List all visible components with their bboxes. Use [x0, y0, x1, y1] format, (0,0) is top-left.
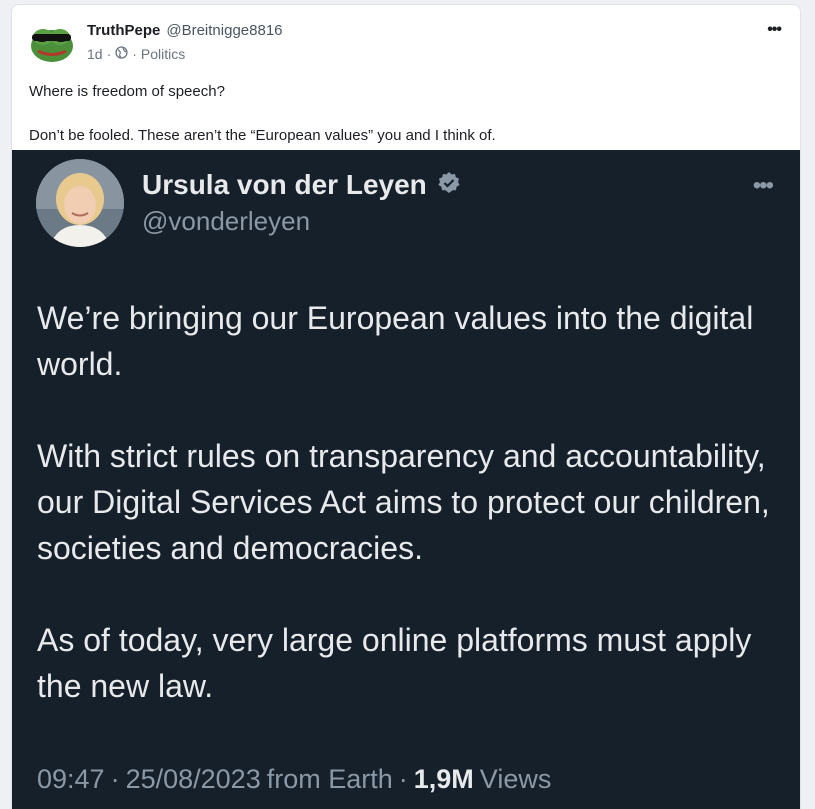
- footer-separator: ·: [398, 764, 408, 794]
- post-text-line: Where is freedom of speech?: [29, 83, 225, 100]
- tweet-time: 09:47: [37, 764, 105, 794]
- meta-separator: ·: [132, 46, 137, 62]
- ellipsis-icon: •••: [767, 21, 782, 38]
- author-display-name[interactable]: TruthPepe: [87, 22, 160, 39]
- post-age[interactable]: 1d: [87, 46, 103, 62]
- author-row: TruthPepe @Breitnigge8816: [87, 22, 283, 39]
- tweet-author-name: Ursula von der Leyen: [142, 169, 427, 200]
- post-more-button[interactable]: •••: [767, 21, 782, 39]
- ellipsis-icon: •••: [752, 172, 774, 199]
- meta-separator: ·: [106, 46, 112, 62]
- tweet-more-icon: •••: [752, 172, 774, 200]
- tweet-paragraph: We’re bringing our European values into …: [37, 300, 754, 382]
- author-handle[interactable]: @Breitnigge8816: [166, 22, 282, 39]
- tweet-footer: 09:47 · 25/08/2023 from Earth · 1,9M Vie…: [37, 764, 551, 795]
- tweet-name-row: Ursula von der Leyen: [142, 169, 461, 201]
- tweet-author-avatar: [36, 159, 124, 247]
- author-avatar[interactable]: [28, 17, 75, 64]
- tweet-date: 25/08/2023: [125, 764, 261, 794]
- footer-separator: ·: [110, 764, 120, 794]
- tweet-paragraph: With strict rules on transparency and ac…: [37, 438, 770, 566]
- tweet-paragraph: As of today, very large online platforms…: [37, 622, 752, 704]
- tweet-body: We’re bringing our European values into …: [37, 295, 777, 755]
- tweet-views-label: Views: [479, 764, 552, 794]
- globe-icon: [115, 46, 128, 62]
- portrait-image: [36, 159, 124, 247]
- verified-badge-icon: [437, 171, 461, 200]
- post-meta: 1d · · Politics: [87, 46, 185, 62]
- tweet-source: from Earth: [266, 764, 393, 794]
- post-text-line: Don’t be fooled. These aren’t the “Europ…: [29, 127, 496, 144]
- tweet-author-handle: @vonderleyen: [142, 206, 311, 236]
- post-card: TruthPepe @Breitnigge8816 1d · · Politic…: [11, 4, 801, 809]
- post-category[interactable]: Politics: [141, 46, 185, 62]
- tweet-views-count: 1,9M: [413, 764, 474, 794]
- pepe-avatar-image: [28, 17, 75, 64]
- embedded-tweet-image[interactable]: Ursula von der Leyen @vonderleyen ••• We…: [12, 150, 800, 809]
